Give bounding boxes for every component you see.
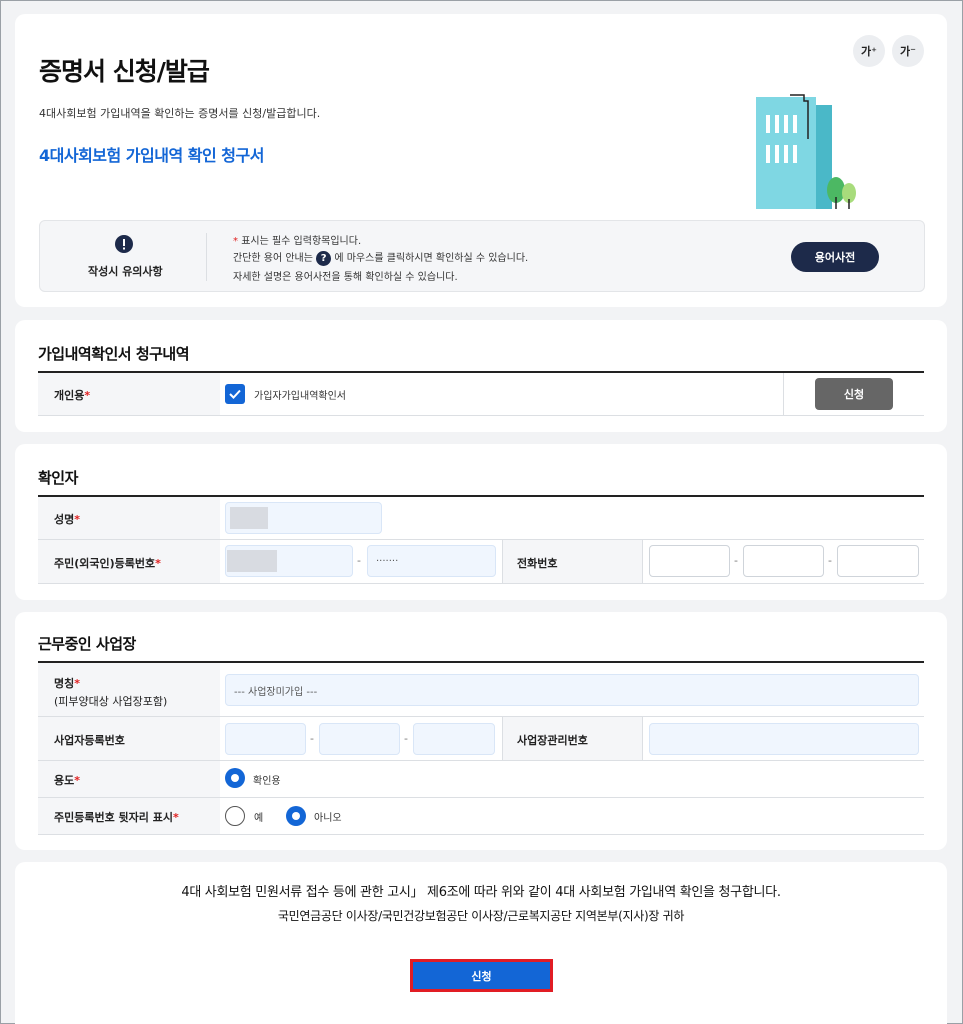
column-divider: [783, 373, 784, 415]
masked-value: [230, 507, 268, 529]
notice-line-2: 간단한 용어 안내는 ? 에 마우스를 클릭하시면 확인하실 수 있습니다.: [233, 249, 528, 266]
page-title: 증명서 신청/발급: [39, 57, 210, 86]
document-title[interactable]: 4대사회보험 가입내역 확인 청구서: [39, 142, 264, 166]
rrn-display-no-label[interactable]: 아니오: [314, 809, 342, 824]
purpose-label-text: 용도: [54, 774, 75, 787]
certificate-checkbox[interactable]: [225, 384, 245, 404]
business-reg-no-label: 사업자등록번호: [54, 734, 125, 747]
rrn-display-no-radio[interactable]: [286, 806, 306, 826]
workplace-name-input[interactable]: --- 사업장미가입 ---: [225, 674, 919, 706]
help-question-icon[interactable]: ?: [316, 250, 332, 266]
workplace-section: 근무중인 사업장 명칭* (피부양대상 사업장포함) --- 사업장미가입 --…: [15, 612, 947, 850]
verifier-section-title: 확인자: [38, 469, 78, 487]
notice-line-1-text: 표시는 필수 입력항목입니다.: [241, 236, 362, 247]
request-section: 가입내역확인서 청구내역 개인용* 가입자가입내역확인서 신청: [15, 320, 947, 432]
name-label-text: 성명: [54, 513, 75, 526]
rrn-back-input[interactable]: ·······: [367, 545, 496, 577]
workplace-name-sublabel: (피부양대상 사업장포함): [54, 695, 168, 708]
column-divider: [642, 540, 643, 583]
row-divider: [38, 583, 924, 584]
font-decrease-button[interactable]: 가⁻: [892, 35, 924, 67]
name-label: 성명*: [54, 511, 80, 527]
glossary-button[interactable]: 용어사전: [791, 242, 879, 272]
row-divider: [38, 760, 924, 761]
row-divider: [38, 797, 924, 798]
header-card: 증명서 신청/발급 4대사회보험 가입내역을 확인하는 증명서를 신청/발급합니…: [15, 14, 947, 307]
workplace-mgmt-no-label: 사업장관리번호: [517, 734, 588, 747]
building-illustration: [756, 94, 856, 209]
business-reg-no-part-1-input[interactable]: [225, 723, 306, 755]
phone-part-2-input[interactable]: [743, 545, 824, 577]
notice-box: 작성시 유의사항 * 표시는 필수 입력항목입니다. 간단한 용어 안내는 ? …: [39, 220, 925, 292]
phone-part-1-input[interactable]: [649, 545, 730, 577]
addressee-text: 국민연금공단 이사장/국민건강보험공단 이사장/근로복지공단 지역본부(지사)장…: [277, 909, 685, 923]
required-mark: *: [84, 389, 91, 402]
required-mark: *: [74, 677, 81, 690]
font-increase-button[interactable]: 가⁺: [853, 35, 885, 67]
workplace-mgmt-no-input[interactable]: [649, 723, 919, 755]
personal-use-label: 개인용*: [54, 387, 90, 403]
page-description: 4대사회보험 가입내역을 확인하는 증명서를 신청/발급합니다.: [39, 107, 321, 120]
notice-divider: [206, 233, 207, 281]
rrn-display-label-text: 주민등록번호 뒷자리 표시: [54, 811, 173, 824]
notice-line-2-before: 간단한 용어 안내는: [233, 253, 313, 264]
business-reg-no-part-2-input[interactable]: [319, 723, 400, 755]
column-divider: [502, 540, 503, 583]
personal-use-label-text: 개인용: [54, 389, 85, 402]
business-reg-dash-2: -: [404, 732, 408, 745]
rrn-front-input[interactable]: [225, 545, 353, 577]
row-divider: [38, 716, 924, 717]
purpose-confirm-label[interactable]: 확인용: [253, 772, 281, 787]
check-icon: [229, 389, 241, 399]
request-section-title: 가입내역확인서 청구내역: [38, 345, 190, 363]
notice-line-2-after: 에 마우스를 클릭하시면 확인하실 수 있습니다.: [334, 253, 529, 264]
phone-dash-2: -: [828, 554, 832, 567]
exclamation-icon: [115, 235, 133, 253]
footer-section: 4대 사회보험 민원서류 접수 등에 관한 고시」 제6조에 따라 위와 같이 …: [15, 862, 947, 1024]
verifier-section: 확인자 성명* 주민(외국인)등록번호* - ······· 전화번호 - -: [15, 444, 947, 600]
notice-line-1: * 표시는 필수 입력항목입니다.: [233, 232, 361, 247]
row-divider: [38, 415, 924, 416]
phone-dash-1: -: [734, 554, 738, 567]
rrn-label: 주민(외국인)등록번호*: [54, 555, 161, 571]
masked-value: [227, 550, 277, 572]
claim-statement: 4대 사회보험 민원서류 접수 등에 관한 고시」 제6조에 따라 위와 같이 …: [181, 885, 781, 900]
rrn-display-label: 주민등록번호 뒷자리 표시*: [54, 809, 179, 825]
column-divider: [642, 717, 643, 760]
workplace-section-title: 근무중인 사업장: [38, 635, 136, 653]
rrn-dash: -: [357, 554, 361, 567]
submit-highlight: 신청: [410, 959, 553, 992]
business-reg-no-part-3-input[interactable]: [413, 723, 495, 755]
certificate-checkbox-label[interactable]: 가입자가입내역확인서: [254, 387, 346, 402]
row-divider: [38, 539, 924, 540]
name-input[interactable]: [225, 502, 382, 534]
column-divider: [502, 717, 503, 760]
required-mark: *: [233, 236, 238, 247]
rrn-display-yes-label[interactable]: 예: [254, 809, 263, 824]
apply-button[interactable]: 신청: [815, 378, 893, 410]
notice-title: 작성시 유의사항: [88, 265, 163, 278]
workplace-name-label-text: 명칭: [54, 677, 75, 690]
row-divider: [38, 834, 924, 835]
phone-part-3-input[interactable]: [837, 545, 919, 577]
submit-button[interactable]: 신청: [413, 962, 550, 989]
required-mark: *: [172, 811, 179, 824]
purpose-confirm-radio[interactable]: [225, 768, 245, 788]
rrn-label-text: 주민(외국인)등록번호: [54, 557, 156, 570]
purpose-label: 용도*: [54, 772, 80, 788]
required-mark: *: [74, 513, 81, 526]
notice-line-3: 자세한 설명은 용어사전을 통해 확인하실 수 있습니다.: [233, 272, 458, 283]
required-mark: *: [74, 774, 81, 787]
business-reg-dash-1: -: [310, 732, 314, 745]
phone-label: 전화번호: [517, 557, 558, 570]
required-mark: *: [155, 557, 161, 570]
workplace-name-label: 명칭*: [54, 675, 80, 691]
rrn-display-yes-radio[interactable]: [225, 806, 245, 826]
